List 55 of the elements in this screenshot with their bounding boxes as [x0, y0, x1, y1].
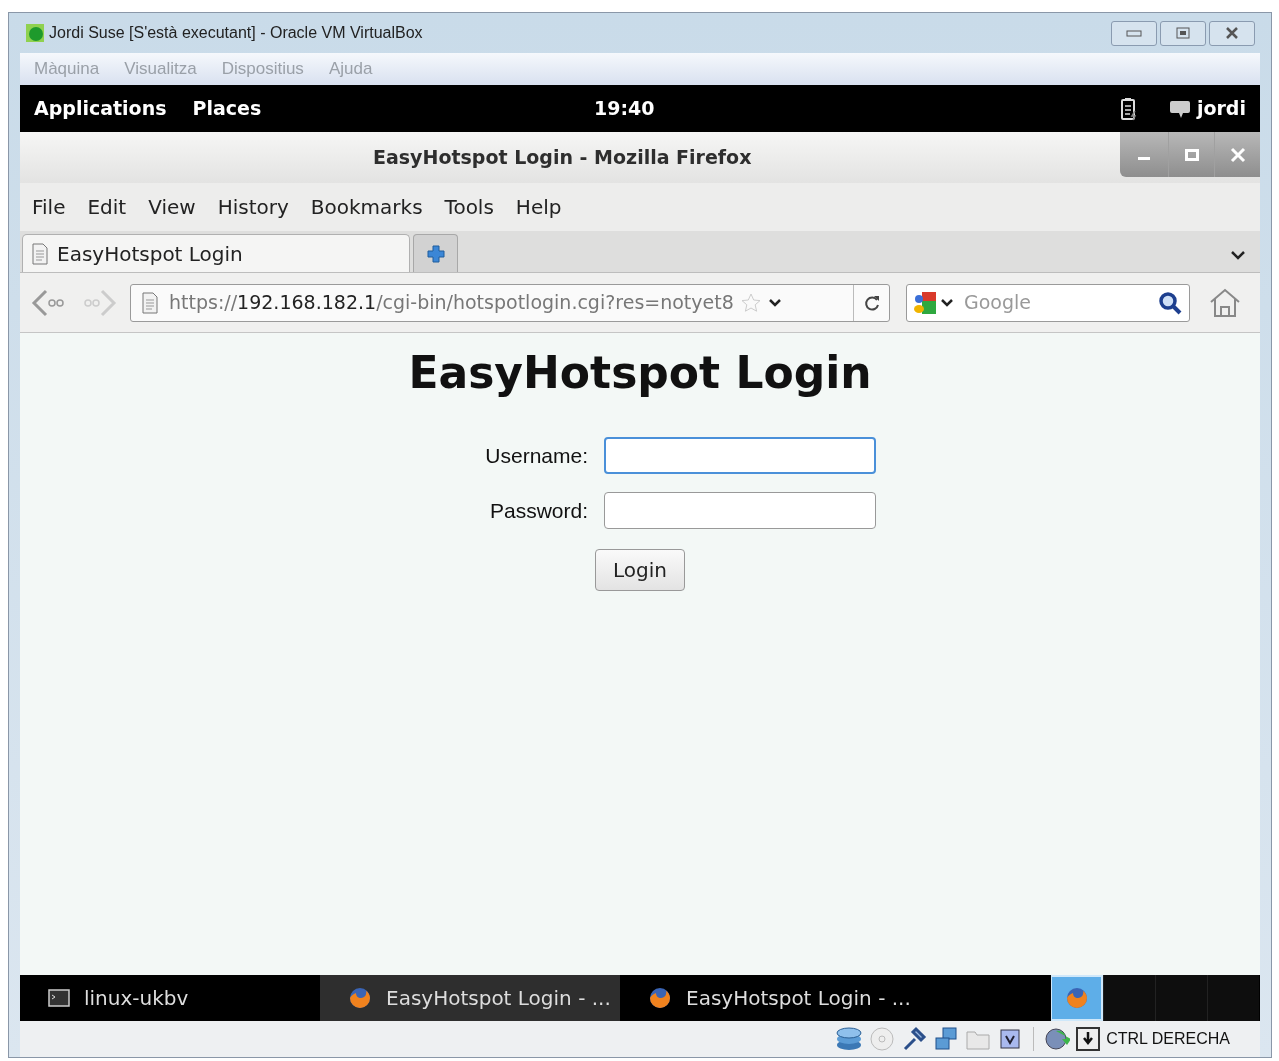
- search-bar[interactable]: Google: [906, 283, 1190, 322]
- minimize-icon: [1126, 29, 1142, 37]
- hard-disk-icon[interactable]: [835, 1026, 864, 1052]
- search-engine-icon[interactable]: [913, 289, 937, 316]
- input-field[interactable]: [604, 492, 876, 529]
- browser-window-title: EasyHotspot Login - Mozilla Firefox: [373, 145, 752, 171]
- terminal-icon: [48, 989, 70, 1007]
- menu-item[interactable]: Bookmarks: [310, 192, 423, 222]
- url-text: https://192.168.182.1/cgi-bin/hotspotlogin.cgi?res=notyet8: [169, 290, 734, 316]
- browser-logo-icon: [648, 986, 672, 1010]
- panel-menu[interactable]: Places: [192, 94, 262, 123]
- field-label: Username:: [484, 442, 588, 469]
- new-tab-button[interactable]: [413, 234, 458, 272]
- keyboard-capture-icon[interactable]: [1076, 1027, 1101, 1051]
- reload-icon: [862, 293, 881, 312]
- user-name[interactable]: jordi: [1196, 94, 1246, 123]
- page-icon: [31, 242, 49, 265]
- menu-item[interactable]: History: [217, 192, 289, 222]
- maximize-icon: [1184, 147, 1199, 162]
- page-icon: [141, 291, 159, 314]
- input-field[interactable]: [604, 437, 876, 474]
- star-icon[interactable]: [739, 291, 762, 314]
- taskbar-button[interactable]: EasyHotspot Login - ...: [320, 975, 620, 1021]
- panel-menu[interactable]: Applications: [34, 94, 167, 123]
- menu-item[interactable]: File: [32, 192, 66, 222]
- restore-button[interactable]: [1160, 20, 1206, 46]
- plus-icon: [425, 243, 446, 264]
- menu-item[interactable]: Edit: [87, 192, 127, 222]
- minimize-button[interactable]: [1111, 20, 1157, 46]
- menu-item[interactable]: Tools: [444, 192, 494, 222]
- field-label: Password:: [488, 497, 588, 524]
- chat-bubble-icon[interactable]: [1168, 98, 1191, 119]
- search-icon[interactable]: [1157, 289, 1183, 316]
- address-bar[interactable]: https://192.168.182.1/cgi-bin/hotspotlogin.cgi?res=notyet8: [130, 283, 890, 322]
- globe-arrow-icon[interactable]: [1044, 1026, 1071, 1052]
- window-title: Jordi Suse [S'està executant] - Oracle VM VirtualBox: [49, 23, 423, 43]
- menu-item[interactable]: Help: [515, 192, 562, 222]
- close-icon: [1229, 146, 1246, 163]
- clock[interactable]: 19:40: [594, 94, 714, 123]
- login-button[interactable]: Login: [595, 549, 685, 591]
- page-heading: EasyHotspot Login: [408, 351, 872, 395]
- close-button[interactable]: [1209, 20, 1255, 46]
- close-icon: [1225, 27, 1239, 39]
- search-field[interactable]: Google: [964, 288, 1154, 317]
- restore-icon: [1176, 27, 1190, 39]
- menu-item[interactable]: View: [148, 192, 196, 222]
- browser-logo-icon: [1064, 986, 1089, 1010]
- network-icon[interactable]: [933, 1026, 960, 1052]
- chevron-down-icon[interactable]: [1230, 250, 1246, 260]
- battery-icon[interactable]: [1118, 96, 1139, 121]
- browser-tab[interactable]: EasyHotspot Login: [22, 234, 410, 272]
- tab-label: EasyHotspot Login: [57, 240, 243, 268]
- host-key-label: CTRL DERECHA: [1106, 1029, 1230, 1049]
- browser-logo-icon: [348, 986, 372, 1010]
- minimize-icon: [1138, 157, 1150, 161]
